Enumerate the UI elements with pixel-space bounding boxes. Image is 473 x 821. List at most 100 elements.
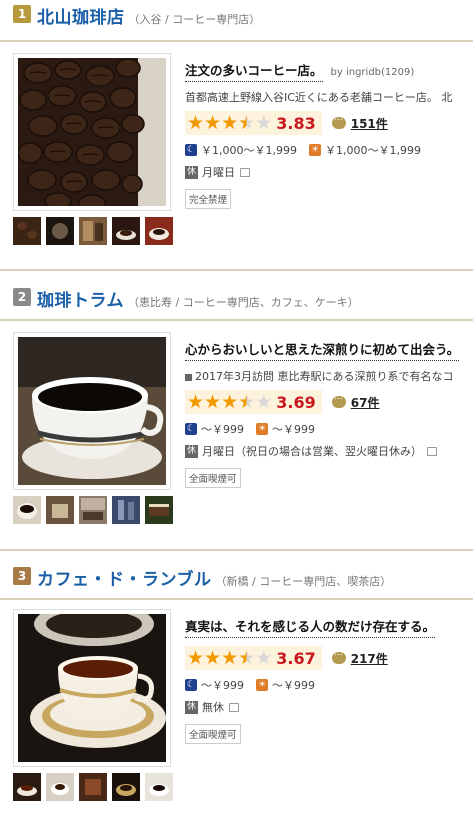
star-empty-icon: ★	[255, 647, 273, 669]
item-header: 2 珈琲トラム （恵比寿 / コーヒー専門店、カフェ、ケーキ）	[0, 283, 473, 323]
star-icon: ★	[221, 112, 239, 134]
review-excerpt: 首都高速上野線入谷IC近くにある老舗コーヒー店。 北	[185, 91, 453, 104]
thumbnail[interactable]	[46, 217, 74, 245]
bullet-square-icon	[185, 373, 192, 381]
star-icon: ★	[187, 391, 205, 413]
speech-bubble-icon	[331, 392, 346, 408]
rating-box: ★ ★ ★ ★ ★ 3.83	[185, 111, 322, 135]
holiday-icon: 休	[185, 165, 198, 179]
review-count-link[interactable]: 67件	[351, 394, 380, 411]
smoking-tag: 全面喫煙可	[185, 468, 241, 488]
photo-thumbnails	[13, 496, 175, 524]
shop-area: （恵比寿 / コーヒー専門店、カフェ、ケーキ）	[128, 296, 359, 309]
item-header: 1 北山珈琲店 （入谷 / コーヒー専門店）	[0, 0, 473, 40]
main-photo-coffee-beans[interactable]	[13, 53, 171, 211]
holiday-icon: 休	[185, 444, 198, 458]
rating-box: ★ ★ ★ ★ ★ 3.67	[185, 646, 322, 670]
star-icon: ★	[221, 647, 239, 669]
coffee-cup-image	[18, 337, 166, 485]
photo-thumbnails	[13, 773, 175, 801]
dinner-price: ～￥999	[201, 423, 244, 436]
thumbnail[interactable]	[13, 496, 41, 524]
rating-box: ★ ★ ★ ★ ★ 3.69	[185, 390, 322, 414]
price-row: ☾ ～￥999 ☀ ～￥999	[185, 422, 473, 436]
rating-row: ★★★★★ 3.83 151件	[185, 111, 473, 135]
dinner-price: ～￥999	[201, 679, 244, 692]
star-icon: ★	[204, 647, 222, 669]
item-header: 3 カフェ・ド・ランブル （新橋 / コーヒー専門店、喫茶店）	[0, 562, 473, 602]
star-icon: ★	[204, 391, 222, 413]
rank-badge: 2	[13, 288, 31, 306]
divider	[0, 40, 473, 42]
thumbnail[interactable]	[145, 217, 173, 245]
star-icon: ★	[221, 391, 239, 413]
thumbnail[interactable]	[79, 217, 107, 245]
thumbnail[interactable]	[145, 773, 173, 801]
shop-name-link[interactable]: 珈琲トラム （恵比寿 / コーヒー専門店、カフェ、ケーキ）	[37, 286, 359, 311]
main-photo-coffee-cup[interactable]	[13, 332, 171, 490]
shop-area: （入谷 / コーヒー専門店）	[128, 13, 261, 26]
speech-bubble-icon	[331, 648, 346, 664]
thumbnail[interactable]	[79, 773, 107, 801]
star-icon: ★	[187, 112, 205, 134]
sun-icon: ☀	[308, 144, 321, 156]
review-count-link[interactable]: 151件	[351, 115, 388, 132]
photo-thumbnails	[13, 217, 175, 245]
lunch-price: ～￥999	[272, 423, 315, 436]
thumbnail[interactable]	[112, 773, 140, 801]
price-row: ☾ ￥1,000～￥1,999 ☀ ￥1,000～￥1,999	[185, 143, 473, 157]
main-photo-coffee-cup[interactable]	[13, 609, 171, 767]
comment-icon[interactable]	[240, 167, 250, 177]
thumbnail[interactable]	[79, 496, 107, 524]
divider	[0, 269, 473, 271]
coffee-beans-image	[18, 58, 166, 206]
lunch-price: ～￥999	[272, 679, 315, 692]
rating-score: 3.83	[276, 113, 316, 133]
lunch-price: ￥1,000～￥1,999	[324, 144, 421, 157]
moon-icon: ☾	[185, 679, 197, 691]
review-title-link[interactable]: 注文の多いコーヒー店。	[185, 60, 323, 82]
comment-icon[interactable]	[427, 446, 437, 456]
holiday-text: 月曜日（祝日の場合は営業、翌火曜日休み）	[202, 445, 422, 458]
comment-icon[interactable]	[229, 702, 239, 712]
holiday-row: 休 月曜日（祝日の場合は営業、翌火曜日休み）	[185, 444, 473, 458]
thumbnail[interactable]	[46, 496, 74, 524]
thumbnail[interactable]	[145, 496, 173, 524]
divider	[0, 319, 473, 321]
thumbnail[interactable]	[112, 496, 140, 524]
star-empty-icon: ★	[255, 391, 273, 413]
review-title-link[interactable]: 心からおいしいと思えた深煎りに初めて出会う。	[185, 339, 460, 361]
shop-area: （新橋 / コーヒー専門店、喫茶店）	[215, 575, 392, 588]
divider	[0, 598, 473, 600]
rank-badge: 1	[13, 5, 31, 23]
thumbnail[interactable]	[112, 217, 140, 245]
rating-score: 3.69	[276, 392, 316, 412]
star-half-icon: ★	[238, 112, 256, 134]
rating-score: 3.67	[276, 648, 316, 668]
holiday-text: 無休	[202, 701, 224, 714]
smoking-tag: 全面喫煙可	[185, 724, 241, 744]
holiday-row: 休 月曜日	[185, 165, 473, 179]
star-icon: ★	[204, 112, 222, 134]
rating-row: ★★★★★ 3.67 217件	[185, 646, 473, 670]
smoking-tag: 完全禁煙	[185, 189, 232, 209]
rating-row: ★★★★★ 3.69 67件	[185, 390, 473, 414]
shop-name-link[interactable]: カフェ・ド・ランブル （新橋 / コーヒー専門店、喫茶店）	[37, 565, 391, 590]
thumbnail[interactable]	[13, 773, 41, 801]
holiday-icon: 休	[185, 700, 198, 714]
reviewer-byline[interactable]: by ingridb(1209)	[331, 67, 415, 78]
sun-icon: ☀	[256, 679, 268, 691]
shop-info: 真実は、それを感じる人の数だけ存在する。 ★★★★★ 3.67 217件 ☾ ～￥…	[185, 616, 473, 714]
thumbnail[interactable]	[13, 217, 41, 245]
holiday-text: 月曜日	[202, 166, 235, 179]
shop-name-link[interactable]: 北山珈琲店 （入谷 / コーヒー専門店）	[37, 3, 260, 28]
review-title-link[interactable]: 真実は、それを感じる人の数だけ存在する。	[185, 616, 436, 638]
shop-info: 注文の多いコーヒー店。 by ingridb(1209) 首都高速上野線入谷IC近…	[185, 60, 473, 179]
dinner-price: ￥1,000～￥1,999	[201, 144, 297, 157]
coffee-cup-image	[18, 614, 166, 762]
holiday-row: 休 無休	[185, 700, 473, 714]
review-count-link[interactable]: 217件	[351, 650, 388, 667]
thumbnail[interactable]	[46, 773, 74, 801]
star-half-icon: ★	[238, 647, 256, 669]
sun-icon: ☀	[256, 423, 268, 435]
